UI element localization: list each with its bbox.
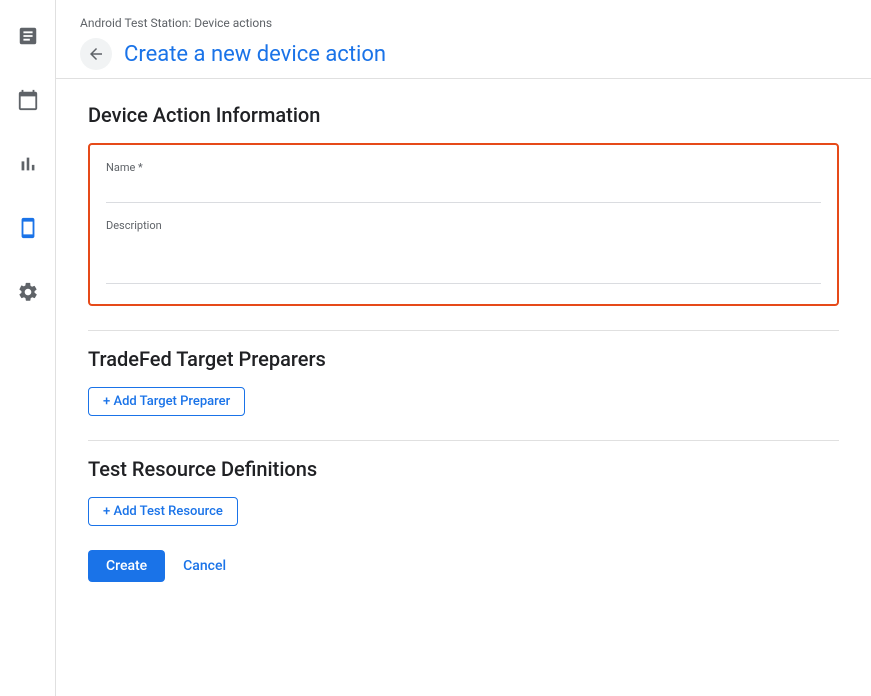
sidebar-icon-tasks[interactable] — [8, 16, 48, 56]
sidebar-icon-analytics[interactable] — [8, 144, 48, 184]
top-header: Android Test Station: Device actions Cre… — [56, 0, 871, 79]
device-action-info-title: Device Action Information — [88, 103, 839, 127]
description-label: Description — [106, 219, 821, 232]
name-field: Name * — [106, 161, 821, 203]
breadcrumb: Android Test Station: Device actions — [80, 16, 847, 30]
form-card: Name * Description — [88, 143, 839, 306]
divider-1 — [88, 330, 839, 331]
sidebar-icon-device[interactable] — [8, 208, 48, 248]
sidebar-icon-settings[interactable] — [8, 272, 48, 312]
test-resources-section: Test Resource Definitions + Add Test Res… — [88, 457, 839, 526]
sidebar-icon-calendar[interactable] — [8, 80, 48, 120]
sidebar — [0, 0, 56, 696]
name-label: Name * — [106, 161, 821, 174]
main-content: Android Test Station: Device actions Cre… — [56, 0, 871, 696]
action-row: Create Cancel — [88, 550, 839, 582]
back-button[interactable] — [80, 38, 112, 70]
page-title: Create a new device action — [124, 42, 386, 67]
device-action-info-section: Device Action Information Name * Descrip… — [88, 103, 839, 306]
name-input[interactable] — [106, 178, 821, 203]
divider-2 — [88, 440, 839, 441]
create-button[interactable]: Create — [88, 550, 165, 582]
cancel-button[interactable]: Cancel — [173, 550, 236, 582]
tradefed-title: TradeFed Target Preparers — [88, 347, 839, 371]
description-input[interactable] — [106, 236, 821, 284]
tradefed-section: TradeFed Target Preparers + Add Target P… — [88, 347, 839, 416]
content-area: Device Action Information Name * Descrip… — [56, 79, 871, 696]
test-resources-title: Test Resource Definitions — [88, 457, 839, 481]
description-field: Description — [106, 219, 821, 288]
add-test-resource-button[interactable]: + Add Test Resource — [88, 497, 238, 526]
add-target-preparer-button[interactable]: + Add Target Preparer — [88, 387, 245, 416]
